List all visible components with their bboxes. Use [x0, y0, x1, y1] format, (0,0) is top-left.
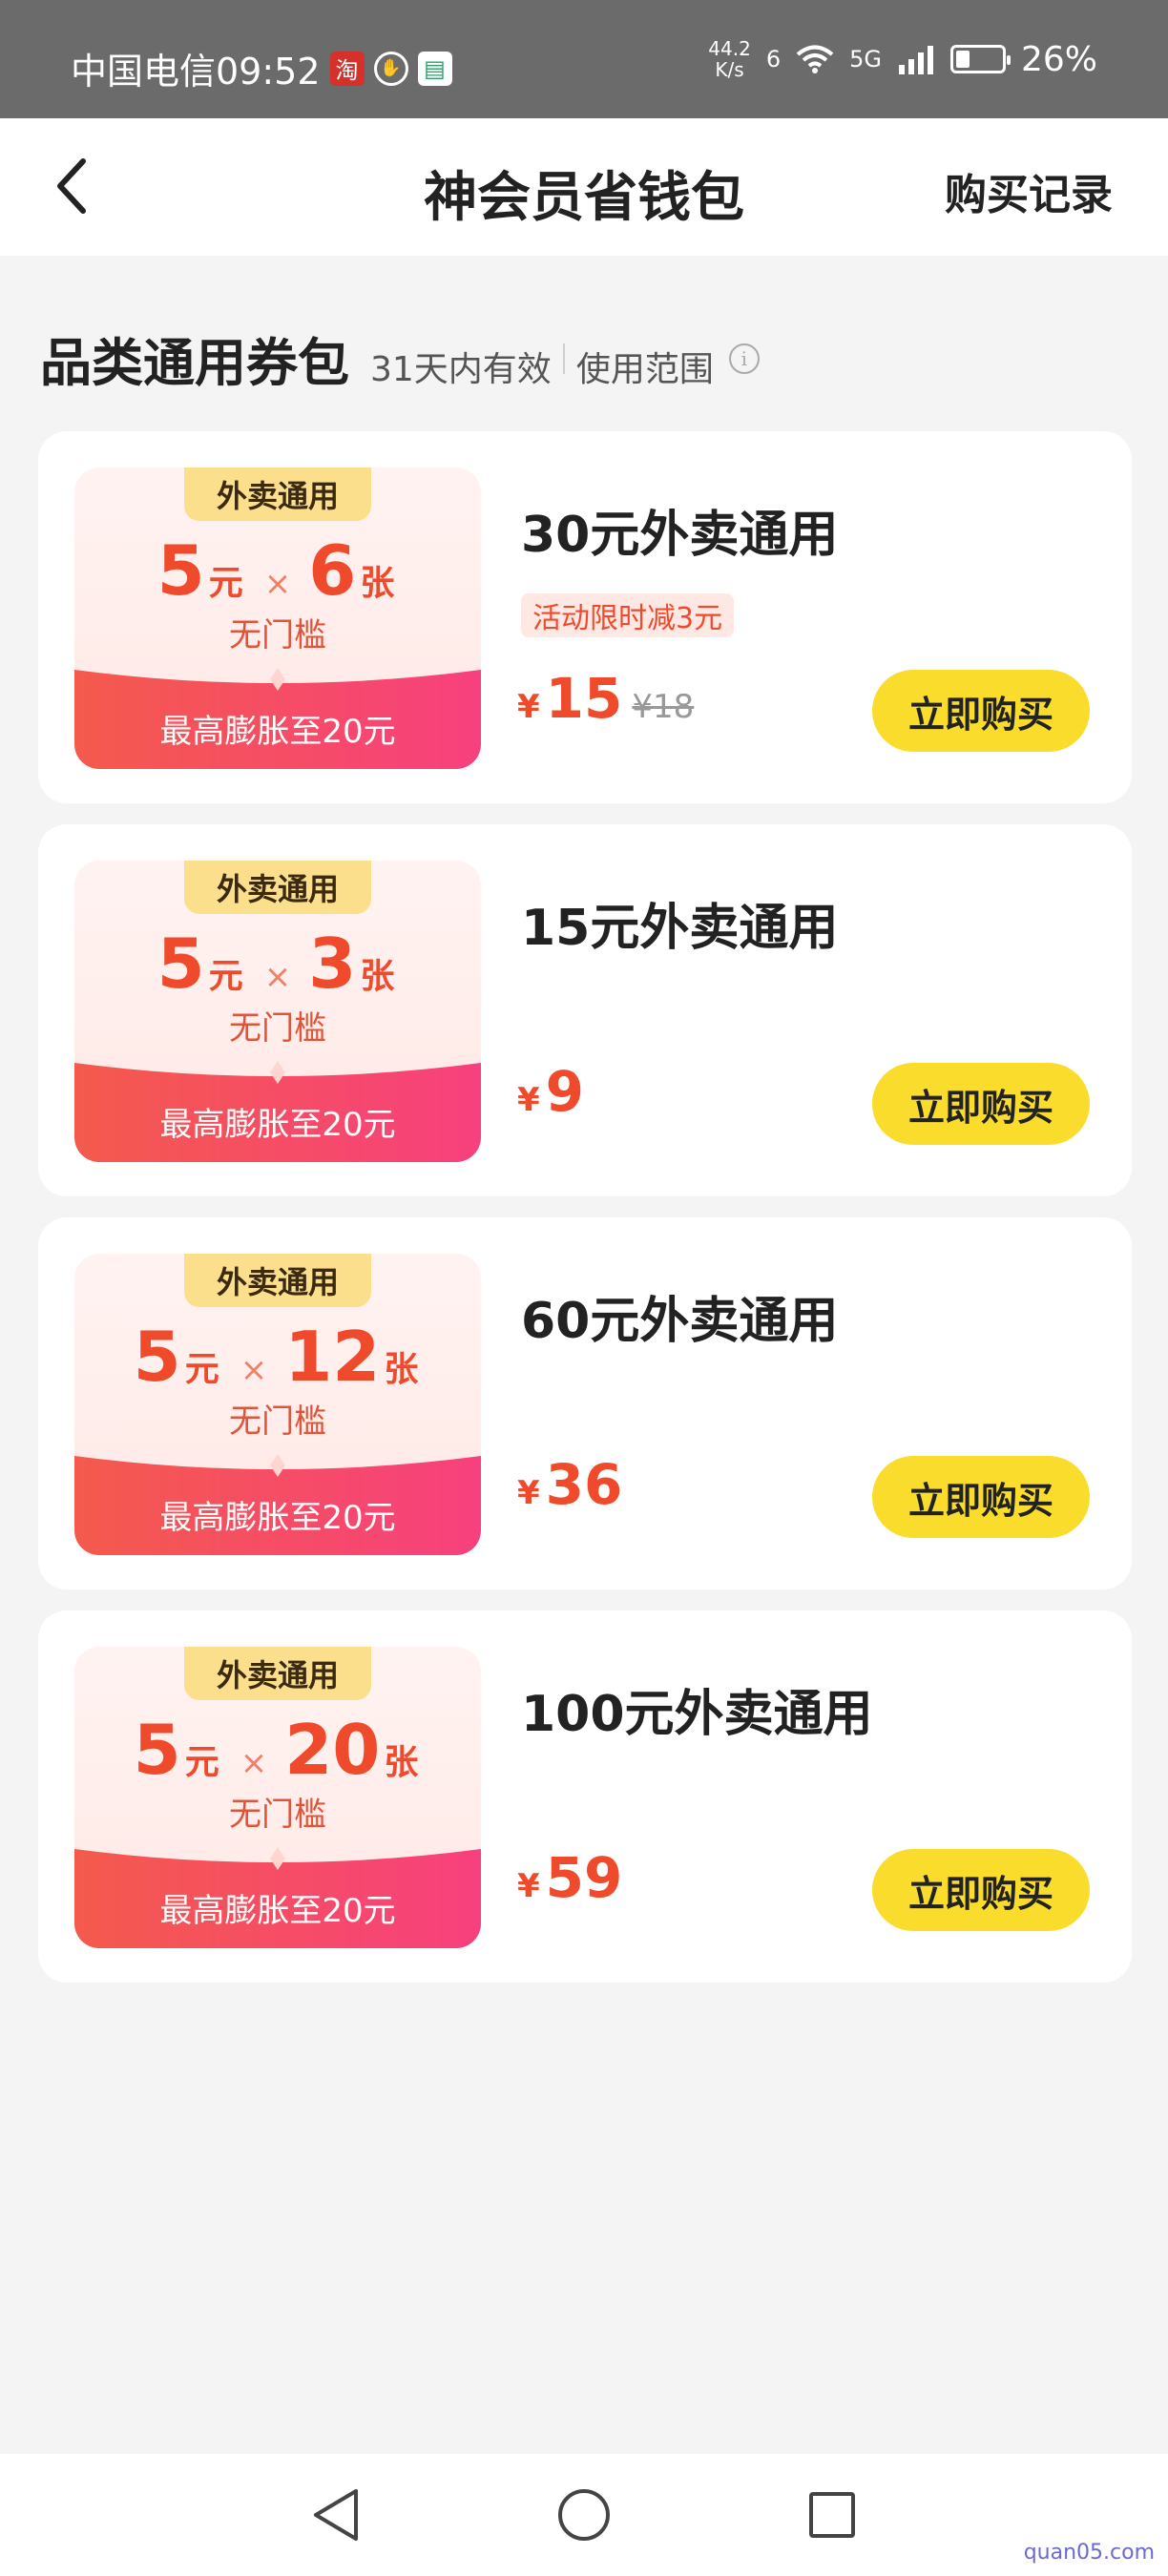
- price-amount: 59: [545, 1845, 623, 1910]
- coupon-value: 5 元 × 20 张: [74, 1710, 481, 1790]
- currency-symbol: ¥: [517, 688, 540, 726]
- section-title: 品类通用券包: [40, 333, 349, 393]
- battery-text: 26%: [1020, 39, 1097, 79]
- coupon-count-unit: 张: [360, 564, 395, 603]
- net-speed: 44.2 K/s: [708, 38, 751, 80]
- coupon-count: 12: [284, 1317, 381, 1397]
- coupon-value: 5 元 × 3 张: [74, 924, 481, 1004]
- price-amount: 15: [545, 666, 623, 731]
- coupon-amount: 5: [156, 924, 205, 1004]
- buy-now-button[interactable]: 立即购买: [872, 1456, 1090, 1538]
- wifi-icon: [796, 45, 834, 73]
- coupon-condition: 无门槛: [229, 1009, 326, 1048]
- package-card[interactable]: 外卖通用 5 元 × 20 张无门槛 最高膨胀至20元 100元外卖通用 ¥59 立即购买: [38, 1610, 1132, 1983]
- section-header: 品类通用券包 31天内有效 使用范围 i: [40, 321, 760, 396]
- coupon-tag: 外卖通用: [184, 861, 371, 914]
- square-recents-icon: [809, 2492, 855, 2538]
- package-card[interactable]: 外卖通用 5 元 × 3 张无门槛最高膨胀至20元 15元外卖通用 ¥9 立即购买: [38, 824, 1132, 1196]
- coupon-graphic: 外卖通用 5 元 × 3 张无门槛最高膨胀至20元: [74, 861, 481, 1162]
- carrier-time: 中国电信09:52: [71, 51, 321, 93]
- net-speed-unit: K/s: [715, 58, 744, 81]
- status-left: 中国电信09:52 淘 ✋ ▤: [71, 42, 452, 94]
- purchase-record-link[interactable]: 购买记录: [945, 160, 1113, 221]
- coupon-max-expand: 最高膨胀至20元: [159, 1106, 396, 1144]
- coupon-max-expand: 最高膨胀至20元: [159, 1499, 396, 1537]
- coupon-count: 20: [284, 1710, 381, 1790]
- coupon-count-unit: 张: [384, 1350, 419, 1389]
- coupon-condition: 无门槛: [229, 616, 326, 654]
- divider: [562, 343, 565, 374]
- times-sign: ×: [240, 1351, 268, 1389]
- wallet-icon: ▤: [417, 51, 452, 86]
- system-nav-bar: quan05.com: [0, 2454, 1168, 2576]
- package-title: 30元外卖通用: [521, 507, 839, 564]
- coupon-count-unit: 张: [384, 1743, 419, 1782]
- net-speed-value: 44.2: [708, 37, 751, 60]
- signal-label-b: 5G: [849, 46, 882, 73]
- taobao-icon: 淘: [329, 51, 365, 86]
- usage-scope-link[interactable]: 使用范围: [576, 342, 714, 391]
- coupon-amount: 5: [133, 1710, 181, 1790]
- times-sign: ×: [240, 1744, 268, 1782]
- price: ¥59: [517, 1845, 622, 1910]
- buy-now-button[interactable]: 立即购买: [872, 670, 1090, 752]
- coupon-amount: 5: [133, 1317, 181, 1397]
- price: ¥15 ¥18: [517, 666, 694, 731]
- currency-symbol: ¥: [517, 1867, 540, 1905]
- promo-badge: 活动限时减3元: [521, 593, 735, 637]
- buy-now-button[interactable]: 立即购买: [872, 1849, 1090, 1931]
- package-title: 100元外卖通用: [521, 1686, 873, 1743]
- coupon-condition: 无门槛: [229, 1402, 326, 1441]
- watermark: quan05.com: [1023, 2541, 1155, 2565]
- coupon-graphic: 外卖通用 5 元 × 6 张无门槛最高膨胀至20元: [74, 467, 481, 769]
- status-right: 44.2 K/s 6 5G 26%: [708, 38, 1097, 80]
- nav-home-button[interactable]: [555, 2486, 613, 2544]
- coupon-graphic: 外卖通用 5 元 × 12 张无门槛 最高膨胀至20元: [74, 1254, 481, 1555]
- header: 神会员省钱包 购买记录: [0, 118, 1168, 256]
- original-price: ¥18: [632, 688, 695, 726]
- price-amount: 36: [545, 1452, 623, 1517]
- circle-home-icon: [558, 2489, 610, 2541]
- coupon-tag: 外卖通用: [184, 1254, 371, 1307]
- signal-icon: [898, 46, 933, 74]
- coupon-value: 5 元 × 6 张: [74, 530, 481, 611]
- coupon-count: 6: [308, 530, 357, 611]
- coupon-amount-unit: 元: [184, 1743, 219, 1782]
- currency-symbol: ¥: [517, 1474, 540, 1512]
- coupon-count-unit: 张: [360, 957, 395, 996]
- battery-icon: [949, 45, 1011, 73]
- coupon-condition: 无门槛: [229, 1796, 326, 1834]
- package-card[interactable]: 外卖通用 5 元 × 6 张无门槛最高膨胀至20元 30元外卖通用活动限时减3元 ¥15 ¥18…: [38, 431, 1132, 803]
- hand-icon: ✋: [373, 51, 408, 86]
- times-sign: ×: [263, 958, 292, 996]
- price: ¥9: [517, 1059, 584, 1124]
- nav-recents-button[interactable]: [803, 2486, 861, 2544]
- coupon-max-expand: 最高膨胀至20元: [159, 713, 396, 751]
- nav-back-button[interactable]: [307, 2486, 365, 2544]
- status-bar: 中国电信09:52 淘 ✋ ▤ 44.2 K/s 6 5G 26%: [0, 0, 1168, 118]
- currency-symbol: ¥: [517, 1081, 540, 1119]
- price-amount: 9: [545, 1059, 585, 1124]
- coupon-max-expand: 最高膨胀至20元: [159, 1892, 396, 1930]
- coupon-value: 5 元 × 12 张: [74, 1317, 481, 1397]
- coupon-count: 3: [308, 924, 357, 1004]
- coupon-tag: 外卖通用: [184, 467, 371, 521]
- price: ¥36: [517, 1452, 622, 1517]
- coupon-tag: 外卖通用: [184, 1647, 371, 1700]
- package-card[interactable]: 外卖通用 5 元 × 12 张无门槛 最高膨胀至20元 60元外卖通用 ¥36 立即购买: [38, 1217, 1132, 1589]
- triangle-back-icon: [314, 2489, 358, 2541]
- coupon-amount: 5: [156, 530, 205, 611]
- buy-now-button[interactable]: 立即购买: [872, 1063, 1090, 1145]
- coupon-amount-unit: 元: [208, 957, 243, 996]
- validity-text: 31天内有效: [370, 350, 552, 389]
- battery-fill: [955, 51, 970, 68]
- coupon-amount-unit: 元: [184, 1350, 219, 1389]
- signal-label-a: 6: [765, 46, 782, 73]
- package-title: 60元外卖通用: [521, 1293, 839, 1350]
- info-icon[interactable]: i: [728, 343, 760, 374]
- times-sign: ×: [263, 565, 292, 603]
- coupon-amount-unit: 元: [208, 564, 243, 603]
- package-title: 15元外卖通用: [521, 900, 839, 957]
- coupon-graphic: 外卖通用 5 元 × 20 张无门槛 最高膨胀至20元: [74, 1647, 481, 1948]
